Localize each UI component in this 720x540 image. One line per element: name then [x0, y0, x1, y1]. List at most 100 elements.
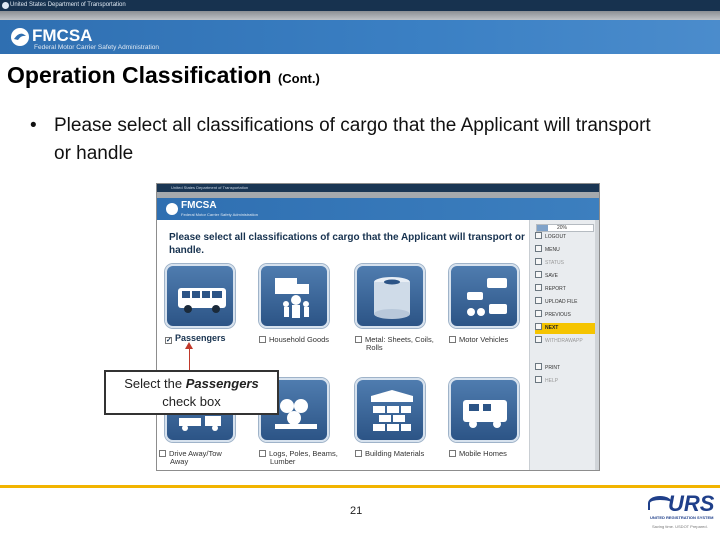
nav-help-label: HELP	[545, 378, 559, 384]
progress-bar: 20%	[536, 224, 594, 232]
metal-checkbox[interactable]	[355, 336, 362, 343]
nav-help[interactable]: HELP	[535, 376, 597, 387]
drive-away-checkbox-row[interactable]: Drive Away/Tow Away	[159, 449, 222, 466]
nav-withdraw[interactable]: WITHDRAWAPP	[535, 336, 597, 347]
report-icon	[535, 284, 542, 291]
header-grey-band	[0, 11, 720, 20]
fmcsa-logo: FMCSA Federal Motor Carrier Safety Admin…	[10, 26, 159, 52]
nav-upload-file[interactable]: UPLOAD FILE	[535, 297, 597, 308]
menu-icon	[535, 245, 542, 252]
callout-box: Select the Passengers check box	[104, 370, 279, 415]
nav-status[interactable]: STATUS	[535, 258, 597, 269]
nav-menu[interactable]: MENU	[535, 245, 597, 256]
mobile-homes-label: Mobile Homes	[459, 449, 507, 458]
household-goods-checkbox[interactable]	[259, 336, 266, 343]
motor-vehicles-tile[interactable]	[449, 264, 519, 328]
shot-fmcsa-title: FMCSA	[181, 200, 217, 211]
vehicles-icon	[467, 278, 507, 316]
household-goods-checkbox-row[interactable]: Household Goods	[259, 335, 329, 344]
status-icon	[535, 258, 542, 265]
building-materials-tile[interactable]	[355, 378, 425, 442]
nav-menu-label: MENU	[545, 247, 560, 253]
fmcsa-mark-icon	[11, 28, 29, 46]
building-materials-checkbox-row[interactable]: Building Materials	[355, 449, 424, 458]
household-goods-tile[interactable]	[259, 264, 329, 328]
motor-vehicles-checkbox[interactable]	[449, 336, 456, 343]
nav-next[interactable]: NEXT	[535, 323, 597, 334]
urs-logo-subtitle: UNITED REGISTRATION SYSTEM	[650, 515, 714, 520]
nav-withdraw-label: WITHDRAWAPP	[545, 338, 583, 344]
passengers-tile[interactable]	[165, 264, 235, 328]
next-arrow-icon	[535, 323, 542, 330]
withdraw-icon	[535, 336, 542, 343]
footer-line	[0, 485, 720, 488]
cargo-question: Please select all classifications of car…	[169, 232, 525, 256]
callout-emphasis: Passengers	[185, 376, 259, 391]
building-materials-label: Building Materials	[365, 449, 425, 458]
motor-vehicles-label: Motor Vehicles	[459, 335, 509, 344]
side-nav-scrollbar[interactable]	[595, 220, 599, 470]
nav-status-label: STATUS	[545, 260, 564, 266]
mobile-homes-checkbox[interactable]	[449, 450, 456, 457]
nav-next-label: NEXT	[545, 325, 559, 331]
nav-logout[interactable]: LOGOUT	[535, 232, 597, 243]
logs-checkbox-row[interactable]: Logs, Poles, Beams, Lumber	[259, 449, 338, 466]
side-nav: 20% LOGOUT MENU STATUS SAVE REPORT UPLOA…	[529, 220, 599, 470]
callout-pre: Select the	[124, 376, 183, 391]
family-house-icon	[275, 278, 309, 318]
bricks-icon	[371, 390, 413, 431]
mobile-homes-tile[interactable]	[449, 378, 519, 442]
metal-coil-icon	[374, 277, 410, 319]
help-icon	[535, 376, 542, 383]
save-icon	[535, 271, 542, 278]
metal-tile[interactable]	[355, 264, 425, 328]
household-goods-label: Household Goods	[269, 335, 330, 344]
building-materials-checkbox[interactable]	[355, 450, 362, 457]
slide: United States Department of Transportati…	[0, 0, 720, 540]
shot-fmcsa-mark-icon	[166, 203, 178, 215]
nav-previous-label: PREVIOUS	[545, 312, 571, 318]
urs-logo-tagline: Saving time. USDOT Prepared.	[652, 524, 708, 529]
nav-save-label: SAVE	[545, 273, 558, 279]
slide-title: Operation Classification (Cont.)	[7, 62, 320, 89]
page-number: 21	[350, 505, 363, 517]
nav-upload-file-label: UPLOAD FILE	[545, 299, 578, 305]
logout-icon	[535, 232, 542, 239]
bullet-point: • Please select all classifications of c…	[30, 112, 670, 168]
shot-dot-bar: United States Department of Transportati…	[157, 184, 599, 192]
progress-fill	[537, 225, 549, 231]
fmcsa-subtitle: Federal Motor Carrier Safety Administrat…	[34, 44, 159, 51]
callout-post: check box	[162, 394, 221, 409]
embedded-screenshot: United States Department of Transportati…	[156, 183, 600, 471]
nav-report-label: REPORT	[545, 286, 566, 292]
nav-print[interactable]: PRINT	[535, 363, 597, 374]
bullet-text: Please select all classifications of car…	[54, 115, 651, 164]
nav-report[interactable]: REPORT	[535, 284, 597, 295]
passengers-checkbox-row[interactable]: ✓ Passengers	[165, 333, 226, 344]
drive-away-label-line2: Away	[170, 457, 189, 466]
mobile-homes-checkbox-row[interactable]: Mobile Homes	[449, 449, 507, 458]
progress-label: 20%	[557, 225, 568, 231]
callout-arrow-icon	[185, 342, 193, 349]
urs-logo-text: URS	[668, 491, 715, 516]
nav-previous[interactable]: PREVIOUS	[535, 310, 597, 321]
slide-title-text: Operation Classification	[7, 62, 272, 88]
motor-vehicles-checkbox-row[interactable]: Motor Vehicles	[449, 335, 508, 344]
metal-checkbox-row[interactable]: Metal: Sheets, Coils, Rolls	[355, 335, 434, 352]
rv-icon	[463, 400, 507, 428]
slide-title-suffix: (Cont.)	[277, 71, 320, 86]
previous-arrow-icon	[535, 310, 542, 317]
logs-label-line2: Lumber	[270, 457, 296, 466]
nav-logout-label: LOGOUT	[545, 234, 567, 240]
dot-seal-icon	[2, 2, 9, 9]
bullet-dot-icon: •	[30, 115, 37, 136]
passengers-label: Passengers	[175, 333, 226, 343]
nav-print-label: PRINT	[545, 365, 560, 371]
metal-label-line2: Rolls	[366, 343, 383, 352]
drive-away-checkbox[interactable]	[159, 450, 166, 457]
logs-checkbox[interactable]	[259, 450, 266, 457]
dot-text: United States Department of Transportati…	[10, 2, 126, 8]
urs-logo: URS UNITED REGISTRATION SYSTEM Saving ti…	[648, 491, 716, 536]
passengers-checkbox[interactable]: ✓	[165, 337, 172, 344]
nav-save[interactable]: SAVE	[535, 271, 597, 282]
